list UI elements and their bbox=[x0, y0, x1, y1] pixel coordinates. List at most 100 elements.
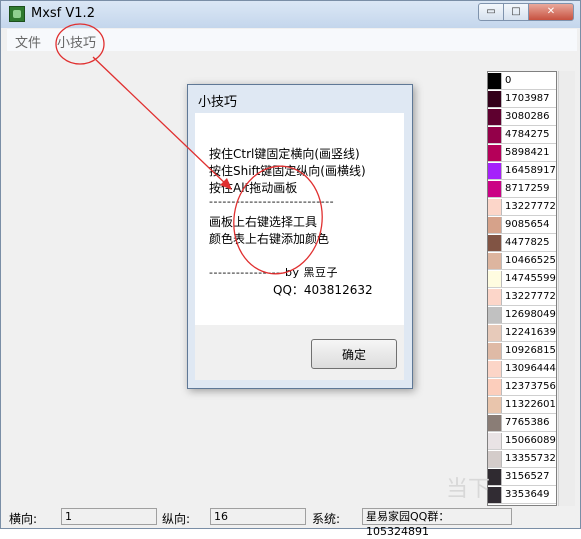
palette-swatch[interactable]: 8717259 bbox=[488, 180, 556, 198]
palette-swatch[interactable]: 4784275 bbox=[488, 126, 556, 144]
palette-swatch[interactable]: 15066089 bbox=[488, 432, 556, 450]
swatch-value: 11322601 bbox=[505, 399, 556, 410]
palette-swatch[interactable]: 0 bbox=[488, 72, 556, 90]
status-h-value: 1 bbox=[61, 508, 157, 525]
status-sys-label: 系统: bbox=[312, 512, 341, 526]
swatch-value: 13227772 bbox=[505, 201, 556, 212]
palette-swatch[interactable]: 12698049 bbox=[488, 306, 556, 324]
swatch-value: 10926815 bbox=[505, 345, 556, 356]
tip-separator: ---------------------------- bbox=[209, 195, 335, 208]
palette-swatch[interactable]: 1703987 bbox=[488, 90, 556, 108]
swatch-color bbox=[488, 468, 502, 485]
swatch-color bbox=[488, 504, 502, 505]
swatch-color bbox=[488, 486, 502, 503]
dialog-title: 小技巧 bbox=[198, 95, 238, 110]
tip-line: 画板上右键选择工具 bbox=[209, 215, 318, 229]
swatch-color bbox=[488, 198, 502, 215]
swatch-color bbox=[488, 432, 502, 449]
palette-swatch[interactable]: 13355732 bbox=[488, 450, 556, 468]
swatch-color bbox=[488, 144, 502, 161]
palette-swatch[interactable]: 10466525 bbox=[488, 252, 556, 270]
swatch-color bbox=[488, 450, 502, 467]
palette-swatch[interactable]: 10926815 bbox=[488, 342, 556, 360]
swatch-value: 14745599 bbox=[505, 273, 556, 284]
palette-swatch[interactable]: 13096444 bbox=[488, 360, 556, 378]
palette-swatch[interactable]: 5898421 bbox=[488, 144, 556, 162]
ok-button[interactable]: 确定 bbox=[311, 339, 397, 369]
swatch-value: 4784275 bbox=[505, 129, 550, 140]
swatch-color bbox=[488, 180, 502, 197]
swatch-value: 13096444 bbox=[505, 363, 556, 374]
status-sys-value: 星易家园QQ群：105324891 bbox=[362, 508, 512, 538]
swatch-value: 4477825 bbox=[505, 237, 550, 248]
swatch-value: 12241639 bbox=[505, 327, 556, 338]
maximize-button[interactable]: □ bbox=[503, 3, 529, 21]
swatch-color bbox=[488, 324, 502, 341]
swatch-color bbox=[488, 306, 502, 323]
close-button[interactable]: ✕ bbox=[528, 3, 574, 21]
swatch-value: 12698049 bbox=[505, 309, 556, 320]
tip-line: 按住Ctrl键固定横向(画竖线) bbox=[209, 147, 360, 161]
palette-swatch[interactable]: 14745599 bbox=[488, 270, 556, 288]
swatch-color bbox=[488, 162, 502, 179]
swatch-color bbox=[488, 270, 502, 287]
swatch-color bbox=[488, 90, 502, 107]
swatch-color bbox=[488, 342, 502, 359]
swatch-value: 7765386 bbox=[505, 417, 550, 428]
swatch-value: 9085654 bbox=[505, 219, 550, 230]
swatch-value: 15066089 bbox=[505, 435, 556, 446]
palette-swatch[interactable]: 12373756 bbox=[488, 378, 556, 396]
tips-dialog: 小技巧 按住Ctrl键固定横向(画竖线) 按住Shift键固定纵向(画横线) 按… bbox=[187, 84, 413, 389]
minimize-button[interactable]: ▭ bbox=[478, 3, 504, 21]
swatch-color bbox=[488, 414, 502, 431]
menu-file[interactable]: 文件 bbox=[15, 32, 41, 51]
swatch-value: 8717259 bbox=[505, 183, 550, 194]
swatch-color bbox=[488, 396, 502, 413]
swatch-value: 3156527 bbox=[505, 471, 550, 482]
swatch-color bbox=[488, 252, 502, 269]
swatch-color bbox=[488, 288, 502, 305]
swatch-value: 1703987 bbox=[505, 93, 550, 104]
color-palette[interactable]: 0 1703987 3080286 4784275 5898421 16458917 871… bbox=[487, 71, 557, 506]
palette-swatch[interactable]: 4477825 bbox=[488, 234, 556, 252]
status-h-label: 横向: bbox=[9, 512, 38, 526]
palette-scrollbar[interactable] bbox=[558, 71, 575, 506]
palette-swatch[interactable]: 7765386 bbox=[488, 414, 556, 432]
swatch-color bbox=[488, 378, 502, 395]
swatch-color bbox=[488, 72, 502, 89]
swatch-value: 13355732 bbox=[505, 453, 556, 464]
author-line: -----------------by 黑豆子 bbox=[209, 266, 338, 279]
swatch-color bbox=[488, 360, 502, 377]
palette-swatch[interactable]: 3080286 bbox=[488, 108, 556, 126]
menu-bar: 文件 小技巧 bbox=[7, 29, 577, 51]
swatch-value: 3080286 bbox=[505, 111, 550, 122]
swatch-color bbox=[488, 234, 502, 251]
swatch-value: 3353649 bbox=[505, 489, 550, 500]
palette-swatch[interactable]: 13227772 bbox=[488, 288, 556, 306]
tip-line: 按住Alt拖动画板 bbox=[209, 181, 298, 195]
watermark-text: 当下 bbox=[446, 477, 491, 502]
palette-swatch[interactable]: 1578777 bbox=[488, 504, 556, 505]
palette-swatch[interactable]: 12241639 bbox=[488, 324, 556, 342]
palette-swatch[interactable]: 3156527 bbox=[488, 468, 556, 486]
palette-swatch[interactable]: 9085654 bbox=[488, 216, 556, 234]
menu-tips[interactable]: 小技巧 bbox=[57, 32, 96, 51]
swatch-value: 16458917 bbox=[505, 165, 556, 176]
palette-swatch[interactable]: 13227772 bbox=[488, 198, 556, 216]
qq-line: QQ：403812632 bbox=[273, 283, 373, 297]
swatch-value: 5898421 bbox=[505, 147, 550, 158]
tip-line: 按住Shift键固定纵向(画横线) bbox=[209, 164, 366, 178]
dialog-footer: 确定 bbox=[195, 325, 404, 380]
palette-swatch[interactable]: 16458917 bbox=[488, 162, 556, 180]
app-window: Mxsf V1.2 ▭ □ ✕ 文件 小技巧 0 1703987 3080286 47… bbox=[0, 0, 581, 538]
swatch-value: 0 bbox=[505, 75, 512, 86]
dialog-body: 按住Ctrl键固定横向(画竖线) 按住Shift键固定纵向(画横线) 按住Alt… bbox=[195, 113, 404, 325]
swatch-value: 10466525 bbox=[505, 255, 556, 266]
swatch-color bbox=[488, 108, 502, 125]
swatch-value: 13227772 bbox=[505, 291, 556, 302]
palette-swatch[interactable]: 11322601 bbox=[488, 396, 556, 414]
status-bar: 横向: 1 纵向: 16 系统: 星易家园QQ群：105324891 bbox=[7, 507, 577, 538]
palette-swatch[interactable]: 3353649 bbox=[488, 486, 556, 504]
tip-line: 颜色表上右键添加颜色 bbox=[209, 232, 330, 246]
swatch-color bbox=[488, 216, 502, 233]
